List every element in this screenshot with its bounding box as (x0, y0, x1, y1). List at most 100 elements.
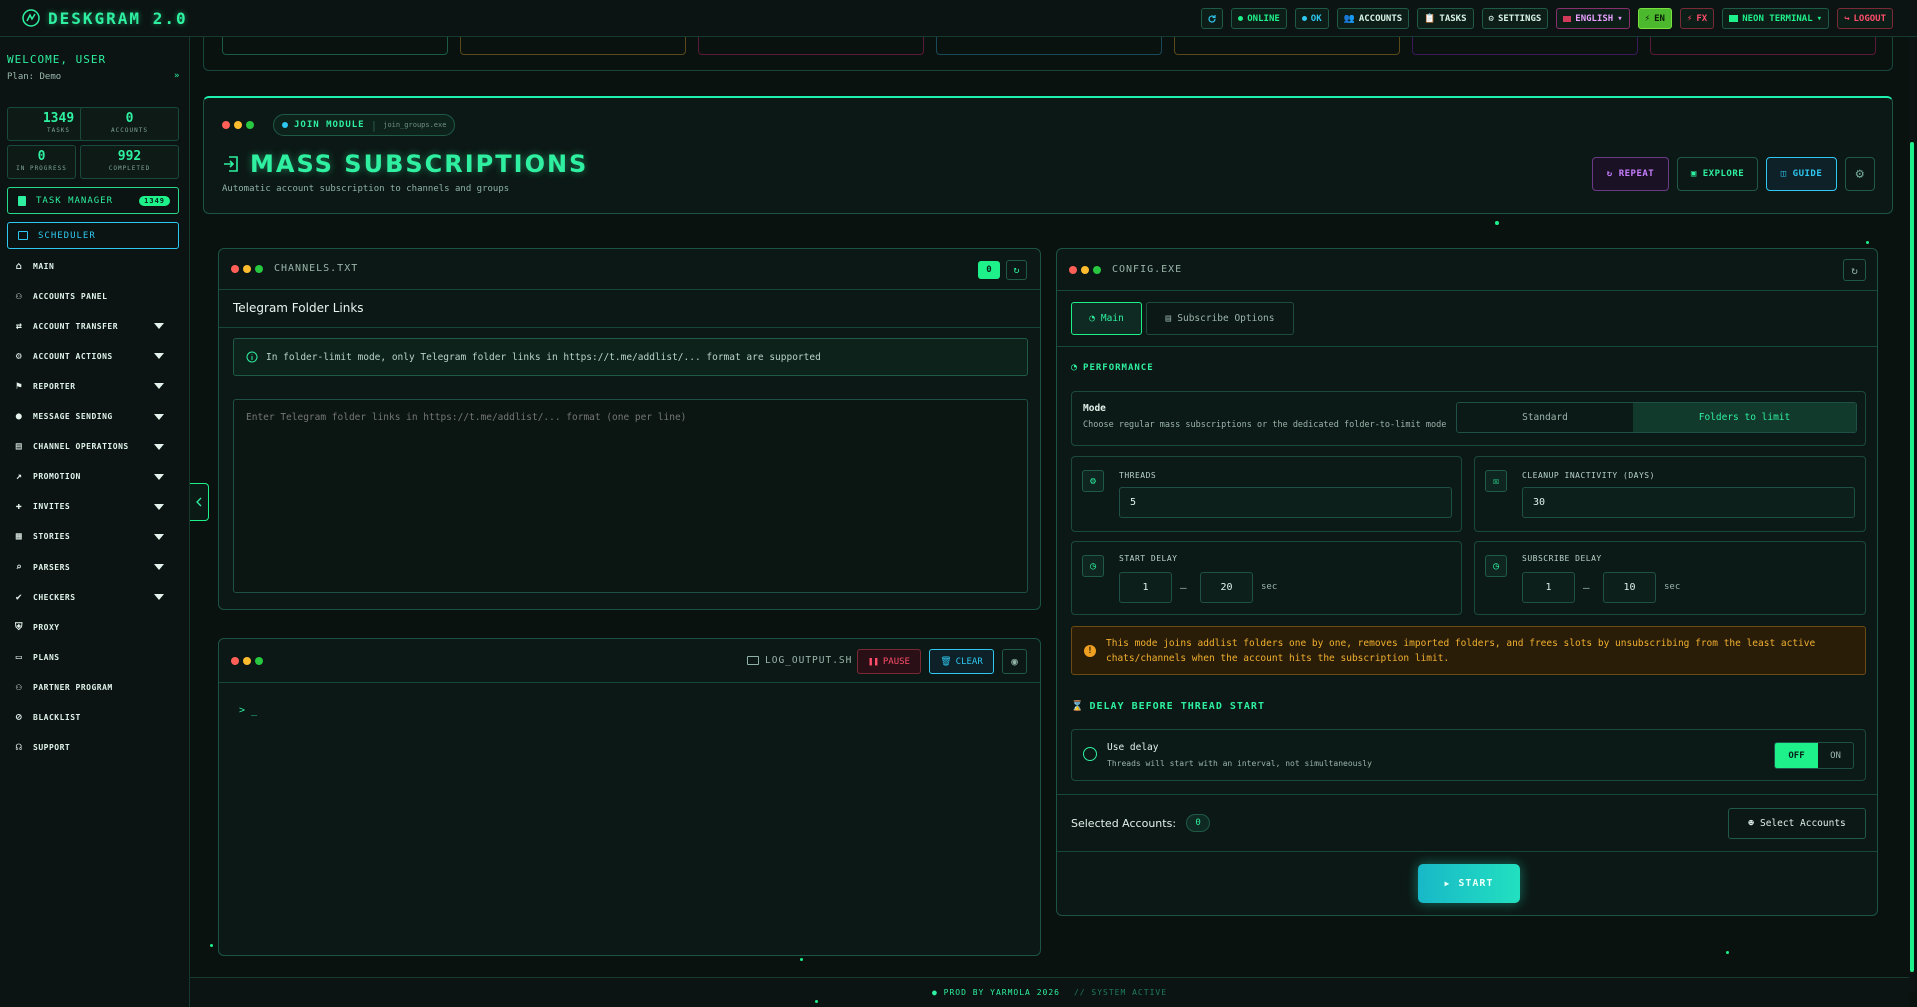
footer-text: PROD BY YARMOLA 2026 (943, 988, 1060, 997)
toggle-log-visibility-button[interactable]: ◉ (1002, 649, 1027, 674)
guide-label: GUIDE (1792, 169, 1823, 179)
caret-down-icon[interactable] (154, 533, 164, 540)
language-select[interactable]: ENGLISH ▾ (1556, 8, 1630, 29)
caret-down-icon[interactable] (154, 353, 164, 360)
tab-subscribe-options[interactable]: ▤ Subscribe Options (1146, 302, 1294, 335)
caret-down-icon[interactable] (154, 413, 164, 420)
task-manager-button[interactable]: TASK MANAGER 1349 (7, 187, 179, 214)
caret-down-icon[interactable] (154, 383, 164, 390)
subscribe-delay-max-input[interactable]: 10 (1603, 572, 1656, 603)
sidebar-toggle-handle[interactable] (190, 483, 209, 521)
config-refresh-button[interactable]: ↻ (1843, 259, 1866, 281)
scheduler-button[interactable]: SCHEDULER (7, 222, 179, 249)
sidebar-item-account-actions[interactable]: ⚙ ACCOUNT ACTIONS (0, 341, 190, 371)
pause-label: PAUSE (882, 656, 910, 667)
sidebar: WELCOME, USER Plan: Demo » 1349 TASKS 0 AC… (0, 37, 190, 1007)
stat-value: 0 (125, 111, 134, 126)
mode-standard-option[interactable]: Standard (1457, 403, 1633, 432)
language-label: ENGLISH (1575, 13, 1614, 24)
check-circle-icon: ✔ (15, 591, 23, 603)
sidebar-item-main[interactable]: ⌂ MAIN (0, 251, 190, 281)
sidebar-item-reporter[interactable]: ⚑ REPORTER (0, 371, 190, 401)
welcome-text: WELCOME, USER (7, 53, 107, 66)
page-title: MASS SUBSCRIPTIONS (250, 150, 589, 178)
caret-down-icon[interactable] (154, 443, 164, 450)
pause-button[interactable]: ❚❚ PAUSE (857, 649, 921, 674)
users-icon: ⚇ (15, 290, 23, 302)
mode-segmented-control: Standard Folders to limit (1456, 402, 1857, 433)
headset-icon: ☊ (15, 742, 23, 754)
repeat-button[interactable]: ↻ REPEAT (1592, 157, 1669, 191)
collapse-sidebar-button[interactable]: » (174, 71, 179, 81)
sidebar-item-support[interactable]: ☊ SUPPORT (0, 733, 190, 763)
sidebar-item-invites[interactable]: ✚ INVITES (0, 492, 190, 522)
caret-down-icon[interactable] (154, 564, 164, 570)
module-settings-button[interactable]: ⚙ (1845, 157, 1875, 191)
refresh-icon: ↻ (1013, 264, 1020, 276)
sidebar-item-accounts-panel[interactable]: ⚇ ACCOUNTS PANEL (0, 281, 190, 311)
performance-section-title: ◔ PERFORMANCE (1071, 362, 1154, 373)
mode-label: Mode (1083, 403, 1106, 414)
range-dash: — (1583, 581, 1590, 594)
log-filename: LOG_OUTPUT.SH (765, 655, 853, 666)
sidebar-item-stories[interactable]: ▦ STORIES (0, 522, 190, 552)
stat-value: 0 (37, 149, 46, 164)
start-button[interactable]: ▶ START (1418, 864, 1520, 903)
threads-input[interactable]: 5 (1119, 487, 1452, 518)
mode-folders-option[interactable]: Folders to limit (1633, 403, 1856, 432)
user-icon: ☻ (1748, 818, 1754, 829)
tab-main[interactable]: ◔ Main (1071, 302, 1142, 335)
sidebar-item-checkers[interactable]: ✔ CHECKERS (0, 582, 190, 612)
fx-toggle[interactable]: ⚡ FX (1679, 8, 1715, 29)
guide-button[interactable]: ◫ GUIDE (1766, 157, 1837, 191)
sidebar-item-plans[interactable]: ▭ PLANS (0, 642, 190, 672)
ok-status: OK (1294, 8, 1329, 29)
sidebar-item-account-transfer[interactable]: ⇄ ACCOUNT TRANSFER (0, 311, 190, 341)
tasks-button[interactable]: 📋 TASKS (1417, 8, 1474, 29)
subscribe-delay-card: ◷ SUBSCRIBE DELAY 1 — 10 sec (1474, 541, 1866, 615)
clipboard-icon: 📋 (1424, 13, 1436, 24)
caret-down-icon[interactable] (154, 473, 164, 480)
use-delay-on[interactable]: ON (1818, 743, 1853, 768)
warning-icon: ! (1084, 644, 1096, 657)
sidebar-item-promotion[interactable]: ↗ PROMOTION (0, 462, 190, 492)
tab-subscribe-label: Subscribe Options (1177, 313, 1275, 324)
start-delay-max-input[interactable]: 20 (1200, 572, 1253, 603)
scrollbar-track[interactable] (1909, 37, 1915, 992)
sidebar-item-blacklist[interactable]: ⊘ BLACKLIST (0, 703, 190, 733)
channels-refresh-button[interactable]: ↻ (1006, 260, 1027, 280)
select-accounts-button[interactable]: ☻ Select Accounts (1728, 808, 1866, 839)
refresh-button[interactable] (1201, 8, 1224, 29)
theme-select[interactable]: NEON TERMINAL ▾ (1722, 8, 1830, 29)
scrollbar-thumb[interactable] (1910, 142, 1914, 972)
sidebar-item-label: PLANS (33, 652, 60, 662)
online-label: ONLINE (1247, 13, 1280, 24)
lightning-icon: ⚡ (1644, 13, 1651, 24)
app-logo[interactable]: DESKGRAM 2.0 (22, 9, 188, 28)
folder-links-textarea[interactable] (233, 399, 1028, 593)
sidebar-item-proxy[interactable]: ⛨ PROXY (0, 612, 190, 642)
sidebar-item-channel-operations[interactable]: ▤ CHANNEL OPERATIONS (0, 432, 190, 462)
logout-button[interactable]: ↪ LOGOUT (1837, 8, 1893, 29)
stat-completed: 992 COMPLETED (80, 145, 179, 179)
start-delay-card: ◷ START DELAY 1 — 20 sec (1071, 541, 1462, 615)
use-delay-off[interactable]: OFF (1775, 743, 1818, 768)
accounts-button[interactable]: 👥 ACCOUNTS (1336, 8, 1410, 29)
cleanup-input[interactable]: 30 (1522, 487, 1855, 518)
caret-down-icon[interactable] (154, 594, 164, 601)
module-header: JOIN MODULE | join_groups.exe MASS SUBSC… (203, 96, 1893, 214)
sidebar-item-label: BLACKLIST (33, 713, 81, 722)
caret-down-icon[interactable] (154, 503, 164, 510)
en-toggle[interactable]: ⚡ EN (1637, 8, 1672, 29)
settings-button[interactable]: ⚙ SETTINGS (1481, 8, 1549, 29)
subscribe-delay-min-input[interactable]: 1 (1522, 572, 1575, 603)
explore-button[interactable]: ▣ EXPLORE (1677, 157, 1758, 191)
start-delay-label: START DELAY (1119, 554, 1178, 563)
caret-down-icon[interactable] (154, 323, 164, 330)
sidebar-item-partner-program[interactable]: ⚇ PARTNER PROGRAM (0, 672, 190, 702)
start-delay-min-input[interactable]: 1 (1119, 572, 1172, 603)
sidebar-item-message-sending[interactable]: ● MESSAGE SENDING (0, 402, 190, 432)
sidebar-item-label: ACCOUNTS PANEL (33, 291, 108, 301)
clear-button[interactable]: 🗑 CLEAR (929, 649, 994, 674)
sidebar-item-parsers[interactable]: ⌕ PARSERS (0, 552, 190, 582)
